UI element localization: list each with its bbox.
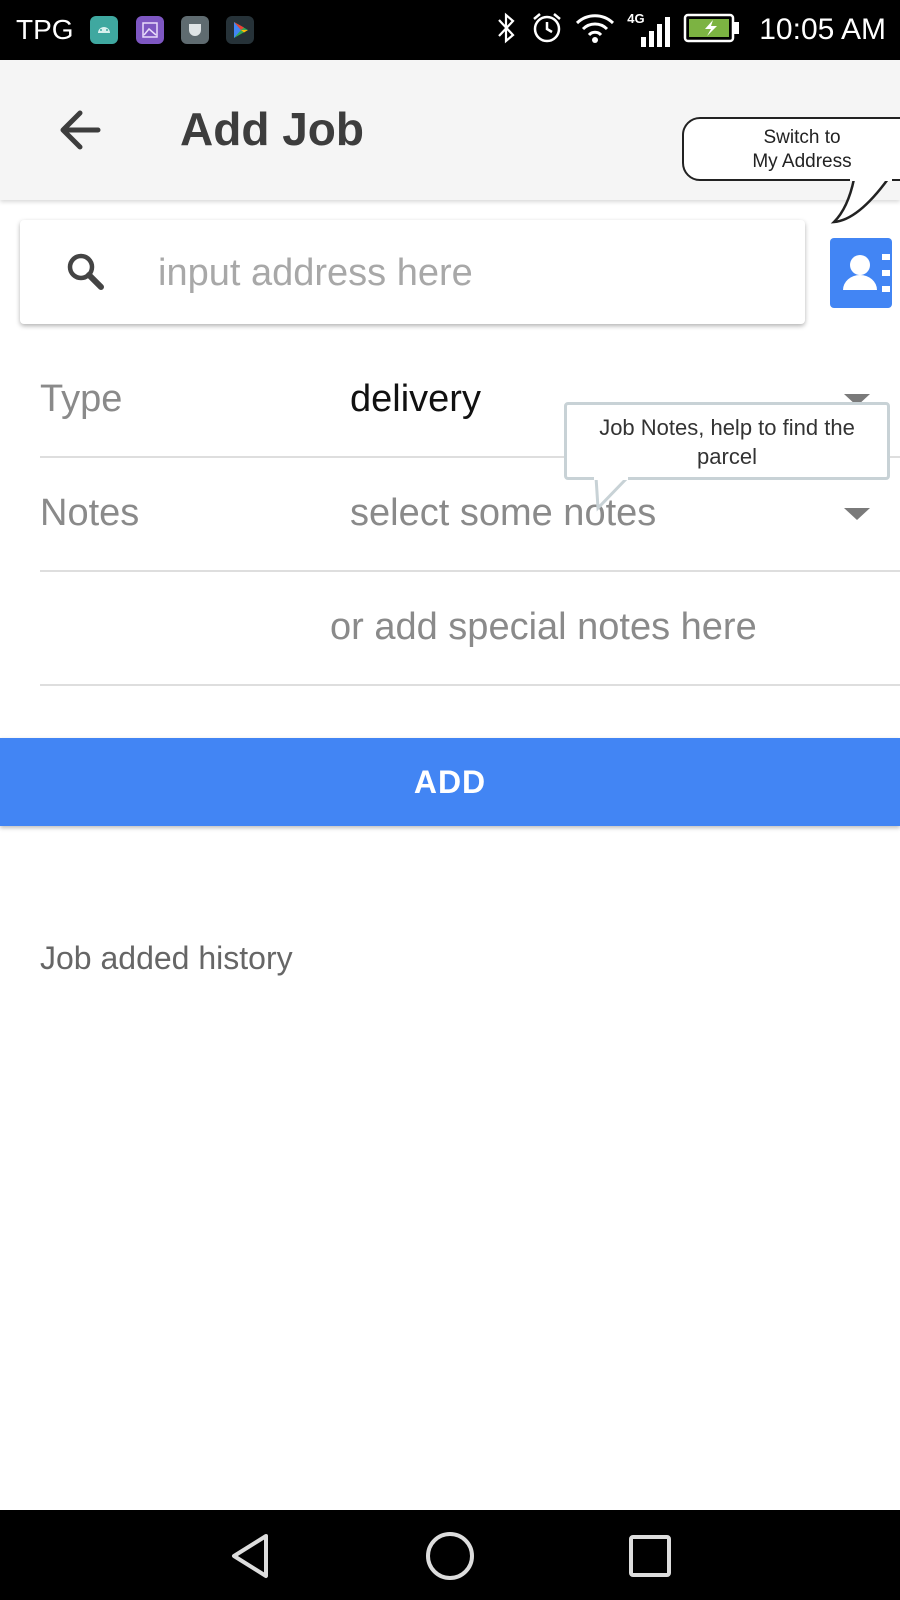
tooltip-line: Job Notes, help to find the bbox=[599, 415, 855, 440]
bluetooth-icon bbox=[493, 11, 519, 50]
address-input[interactable] bbox=[156, 242, 760, 304]
add-button[interactable]: ADD bbox=[0, 738, 900, 826]
wifi-icon bbox=[575, 11, 615, 50]
navigation-bar bbox=[0, 1510, 900, 1600]
tooltip-pointer bbox=[830, 178, 892, 224]
job-notes-tooltip: Job Notes, help to find the parcel bbox=[564, 402, 890, 480]
recents-square-icon[interactable] bbox=[620, 1528, 680, 1584]
gallery-icon bbox=[136, 16, 164, 44]
signal-icon: 4G bbox=[627, 7, 671, 53]
arrow-back-icon[interactable] bbox=[52, 102, 112, 158]
switch-address-tooltip: Switch to My Address bbox=[682, 117, 900, 181]
shield-icon bbox=[181, 16, 209, 44]
chevron-down-icon[interactable] bbox=[844, 508, 870, 520]
play-store-icon bbox=[226, 16, 254, 44]
page-title: Add Job bbox=[180, 103, 364, 155]
battery-charging-icon bbox=[683, 11, 741, 50]
switch-address-button[interactable] bbox=[830, 238, 892, 308]
back-triangle-icon[interactable] bbox=[222, 1528, 282, 1584]
contact-book-icon bbox=[830, 254, 892, 312]
tooltip-line: Switch to bbox=[763, 127, 841, 148]
home-circle-icon[interactable] bbox=[420, 1528, 480, 1584]
special-notes-row[interactable]: or add special notes here bbox=[40, 570, 900, 686]
android-icon bbox=[90, 16, 118, 44]
job-history-heading: Job added history bbox=[40, 940, 293, 976]
tooltip-line: parcel bbox=[697, 444, 757, 469]
address-search-bar bbox=[20, 220, 805, 324]
notes-label: Notes bbox=[40, 492, 140, 534]
type-label: Type bbox=[40, 378, 123, 420]
status-clock: 10:05 AM bbox=[759, 13, 886, 46]
special-notes-input[interactable]: or add special notes here bbox=[330, 606, 757, 649]
tooltip-pointer bbox=[594, 476, 630, 512]
carrier-name: TPG bbox=[16, 14, 74, 45]
search-icon bbox=[64, 250, 108, 294]
alarm-icon bbox=[531, 11, 563, 50]
status-bar: TPG 4G 10:05 AM bbox=[0, 0, 900, 60]
tooltip-line: My Address bbox=[752, 151, 852, 172]
type-value[interactable]: delivery bbox=[350, 378, 481, 421]
